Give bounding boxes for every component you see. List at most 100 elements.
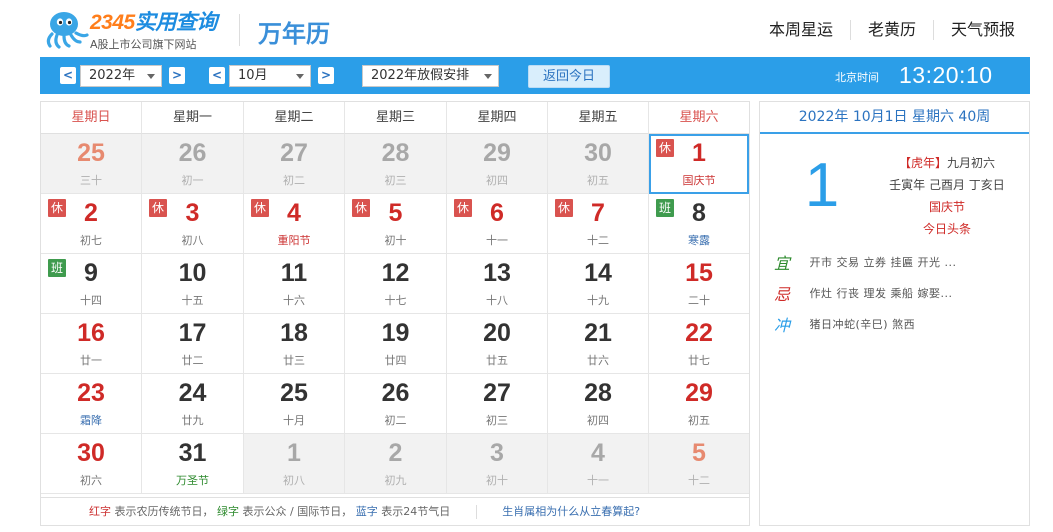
day-number: 3 — [490, 439, 504, 467]
calendar-toolbar: < 2022年 > < 10月 > 2022年放假安排 返回今日 北京时间 13… — [40, 57, 1030, 94]
calendar-day-cell[interactable]: 15 二十 — [649, 254, 749, 314]
calendar-day-cell[interactable]: 25 三十 — [41, 134, 142, 194]
day-number: 24 — [178, 379, 207, 407]
calendar-day-cell[interactable]: 23 霜降 — [41, 374, 142, 434]
zodiac-year: 【虎年】 — [898, 156, 947, 170]
lunar-day-label: 万圣节 — [176, 474, 209, 487]
lunar-day-label: 初二 — [283, 174, 305, 187]
calendar-day-cell[interactable]: 28 初四 — [548, 374, 649, 434]
calendar-day-cell[interactable]: 休 7 十二 — [548, 194, 649, 254]
yi-label: 宜 — [774, 254, 791, 273]
calendar-day-cell[interactable]: 31 万圣节 — [142, 434, 244, 494]
calendar-day-cell[interactable]: 11 十六 — [244, 254, 345, 314]
nav-weather[interactable]: 天气预报 — [932, 20, 1015, 40]
brand-logo-text[interactable]: 2345实用查询 — [90, 12, 217, 34]
day-number: 20 — [483, 319, 511, 347]
nav-almanac[interactable]: 老黄历 — [849, 20, 933, 40]
calendar-day-cell[interactable]: 22 廿七 — [649, 314, 749, 374]
calendar-day-cell[interactable]: 29 初四 — [447, 134, 548, 194]
weekday-header: 星期一 — [142, 102, 244, 134]
calendar-day-cell[interactable]: 29 初五 — [649, 374, 749, 434]
calendar-day-cell[interactable]: 2 初九 — [345, 434, 447, 494]
lunar-day-label: 初二 — [384, 414, 407, 427]
calendar-day-cell[interactable]: 休 2 初七 — [41, 194, 142, 254]
month-select[interactable]: 10月 — [229, 65, 311, 87]
day-number: 11 — [280, 259, 308, 287]
lunar-day-label: 初五 — [688, 414, 710, 427]
calendar-day-cell[interactable]: 27 初三 — [447, 374, 548, 434]
day-number: 1 — [287, 439, 301, 467]
calendar-day-cell[interactable]: 10 十五 — [142, 254, 244, 314]
back-to-today-button[interactable]: 返回今日 — [528, 65, 610, 88]
day-number: 3 — [185, 199, 200, 227]
festival-name: 国庆节 — [928, 200, 965, 214]
calendar-day-cell[interactable]: 休 5 初十 — [345, 194, 447, 254]
day-number: 27 — [483, 379, 511, 407]
calendar-day-cell[interactable]: 休 6 十一 — [447, 194, 548, 254]
day-number: 29 — [483, 139, 511, 167]
today-headlines-link[interactable]: 今日头条 — [872, 218, 1022, 240]
calendar-day-cell[interactable]: 16 廿一 — [41, 314, 142, 374]
calendar-day-cell[interactable]: 休 4 重阳节 — [244, 194, 345, 254]
next-month-button[interactable]: > — [318, 67, 334, 84]
calendar-day-cell[interactable]: 27 初二 — [244, 134, 345, 194]
weekday-header: 星期四 — [447, 102, 548, 134]
calendar-day-cell[interactable]: 12 十七 — [345, 254, 447, 314]
year-select-value: 2022年 — [89, 68, 136, 83]
zodiac-tip-link[interactable]: 生肖属相为什么从立春算起? — [502, 505, 640, 518]
prev-month-button[interactable]: < — [209, 67, 225, 84]
lunar-day-label: 十一 — [486, 234, 508, 247]
live-clock: 13:20:10 — [899, 62, 993, 88]
calendar-day-cell[interactable]: 14 十九 — [548, 254, 649, 314]
timezone-label: 北京时间 — [835, 71, 879, 84]
calendar-day-cell[interactable]: 28 初三 — [345, 134, 447, 194]
calendar-day-cell[interactable]: 24 廿九 — [142, 374, 244, 434]
calendar-day-cell[interactable]: 班 8 寒露 — [649, 194, 749, 254]
day-number: 21 — [584, 319, 612, 347]
lunar-day-label: 初八 — [181, 234, 204, 247]
day-number: 30 — [584, 139, 612, 167]
calendar-day-cell[interactable]: 21 廿六 — [548, 314, 649, 374]
holiday-schedule-select[interactable]: 2022年放假安排 — [362, 65, 499, 87]
lunar-day-label: 初四 — [486, 174, 508, 187]
day-number: 4 — [287, 199, 301, 227]
calendar-day-cell[interactable]: 5 十二 — [649, 434, 749, 494]
calendar-day-cell[interactable]: 18 廿三 — [244, 314, 345, 374]
day-number: 26 — [178, 139, 207, 167]
legend-green-word: 绿字 — [217, 505, 239, 518]
lunar-day-label: 廿三 — [283, 354, 305, 367]
day-number: 5 — [692, 439, 706, 467]
calendar-day-cell[interactable]: 17 廿二 — [142, 314, 244, 374]
calendar-day-cell-selected[interactable]: 休 1 国庆节 — [649, 134, 749, 194]
weekday-header: 星期二 — [244, 102, 345, 134]
day-number: 15 — [685, 259, 713, 287]
calendar-day-cell[interactable]: 班 9 十四 — [41, 254, 142, 314]
day-number: 31 — [178, 439, 207, 467]
nav-weekly-horoscope[interactable]: 本周星运 — [769, 20, 850, 40]
lunar-day-label: 十六 — [283, 294, 305, 307]
calendar-day-cell[interactable]: 20 廿五 — [447, 314, 548, 374]
calendar-day-cell[interactable]: 4 十一 — [548, 434, 649, 494]
day-number: 14 — [584, 259, 612, 287]
calendar-day-cell[interactable]: 30 初五 — [548, 134, 649, 194]
calendar-day-cell[interactable]: 19 廿四 — [345, 314, 447, 374]
calendar-day-cell[interactable]: 13 十八 — [447, 254, 548, 314]
calendar-day-cell[interactable]: 25 十月 — [244, 374, 345, 434]
day-number: 2 — [388, 439, 403, 467]
calendar-day-cell[interactable]: 26 初一 — [142, 134, 244, 194]
calendar-day-cell[interactable]: 1 初八 — [244, 434, 345, 494]
prev-year-button[interactable]: < — [60, 67, 76, 84]
calendar-day-cell[interactable]: 30 初六 — [41, 434, 142, 494]
day-number: 7 — [591, 199, 605, 227]
calendar-day-cell[interactable]: 26 初二 — [345, 374, 447, 434]
lunar-day-label: 初九 — [384, 474, 407, 487]
year-select[interactable]: 2022年 — [80, 65, 162, 87]
calendar-day-cell[interactable]: 3 初十 — [447, 434, 548, 494]
next-year-button[interactable]: > — [169, 67, 185, 84]
calendar-day-cell[interactable]: 休 3 初八 — [142, 194, 244, 254]
page-title[interactable]: 万年历 — [258, 14, 330, 49]
clash-row: 冲 猪日冲蛇(辛巳) 煞西 — [774, 312, 915, 336]
brand-subtitle: A股上市公司旗下网站 — [90, 38, 197, 51]
day-number: 26 — [381, 379, 410, 407]
lunar-day-label: 十七 — [384, 294, 407, 307]
